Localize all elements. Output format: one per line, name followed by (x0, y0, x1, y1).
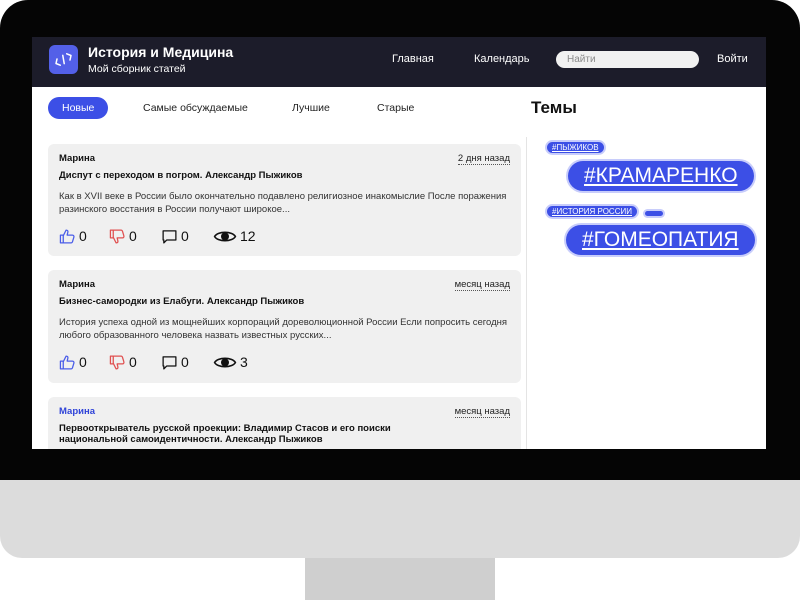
views-count: 12 (240, 228, 256, 244)
thumbs-down-icon (109, 354, 126, 371)
like-button[interactable]: 0 (59, 352, 87, 372)
comment-count: 0 (181, 354, 189, 370)
views-count: 3 (240, 354, 248, 370)
like-button[interactable]: 0 (59, 226, 87, 246)
topic-tag[interactable]: #ГОМЕОПАТИЯ (566, 225, 755, 255)
post-card[interactable]: Марина 2 дня назад Диспут с переходом в … (48, 144, 521, 256)
comment-count: 0 (181, 228, 189, 244)
nav-calendar-link[interactable]: Календарь (474, 53, 530, 65)
post-author[interactable]: Марина (59, 153, 95, 164)
code-brackets-icon[interactable] (49, 45, 78, 74)
post-card[interactable]: Марина месяц назад Бизнес-самородки из Е… (48, 270, 521, 383)
comment-icon (161, 228, 178, 245)
tab-best[interactable]: Лучшие (292, 97, 330, 119)
post-time: месяц назад (454, 406, 510, 418)
dislike-count: 0 (129, 354, 137, 370)
tab-most-discussed[interactable]: Самые обсуждаемые (143, 97, 248, 119)
monitor-stand (305, 558, 495, 600)
tab-old[interactable]: Старые (377, 97, 414, 119)
top-navbar: История и Медицина Мой сборник статей Гл… (32, 37, 766, 87)
post-time: 2 дня назад (457, 153, 510, 165)
tab-new[interactable]: Новые (48, 97, 109, 119)
nav-home-link[interactable]: Главная (392, 53, 434, 65)
post-excerpt: Как в XVII веке в России было окончатель… (59, 191, 507, 215)
topic-tag[interactable] (645, 211, 663, 216)
site-subtitle: Мой сборник статей (88, 63, 186, 75)
topic-tag[interactable]: #ИСТОРИЯ РОССИИ (547, 206, 637, 217)
search-input[interactable] (556, 51, 699, 68)
eye-icon (213, 354, 237, 371)
column-divider (526, 137, 527, 449)
post-card[interactable]: Марина месяц назад Первооткрыватель русс… (48, 397, 521, 449)
thumbs-up-icon (59, 228, 76, 245)
comment-icon (161, 354, 178, 371)
topic-tag[interactable]: #КРАМАРЕНКО (568, 161, 754, 191)
comment-button[interactable]: 0 (161, 226, 189, 246)
eye-icon (213, 228, 237, 245)
monitor-chin (0, 480, 800, 558)
thumbs-up-icon (59, 354, 76, 371)
screen: История и Медицина Мой сборник статей Гл… (32, 37, 766, 449)
dislike-button[interactable]: 0 (109, 226, 137, 246)
comment-button[interactable]: 0 (161, 352, 189, 372)
login-link[interactable]: Войти (717, 53, 748, 65)
post-author[interactable]: Марина (59, 279, 95, 290)
post-title[interactable]: Диспут с переходом в погром. Александр П… (59, 170, 510, 181)
topic-tag[interactable]: #ПЫЖИКОВ (547, 142, 604, 153)
dislike-button[interactable]: 0 (109, 352, 137, 372)
post-time: месяц назад (454, 279, 510, 291)
dislike-count: 0 (129, 228, 137, 244)
post-title[interactable]: Бизнес-самородки из Елабуги. Александр П… (59, 296, 510, 307)
thumbs-down-icon (109, 228, 126, 245)
like-count: 0 (79, 228, 87, 244)
post-title[interactable]: Первооткрыватель русской проекции: Влади… (59, 423, 461, 445)
like-count: 0 (79, 354, 87, 370)
topics-heading: Темы (531, 98, 577, 117)
site-title[interactable]: История и Медицина (88, 44, 233, 60)
views-stat: 12 (213, 226, 256, 246)
post-author[interactable]: Марина (59, 406, 95, 417)
views-stat: 3 (213, 352, 248, 372)
post-excerpt: История успеха одной из мощнейших корпор… (59, 317, 508, 341)
